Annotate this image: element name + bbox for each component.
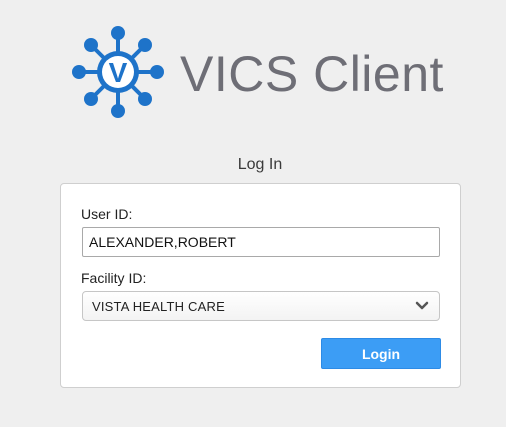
form-heading: Log In bbox=[237, 156, 283, 173]
login-button[interactable]: Login bbox=[321, 338, 441, 369]
user-id-label: User ID: bbox=[81, 206, 133, 222]
app-title: VICS Client bbox=[180, 46, 444, 102]
logo-letter: V bbox=[109, 57, 128, 88]
facility-id-select[interactable]: VISTA HEALTH CARE bbox=[82, 291, 440, 321]
facility-id-label: Facility ID: bbox=[81, 270, 147, 286]
facility-selected-value: VISTA HEALTH CARE bbox=[92, 299, 225, 314]
chevron-down-icon bbox=[415, 301, 429, 310]
login-card: User ID: Facility ID: VISTA HEALTH CARE … bbox=[60, 183, 461, 388]
user-id-input[interactable] bbox=[82, 227, 440, 257]
vics-logo-icon: V bbox=[72, 26, 164, 118]
